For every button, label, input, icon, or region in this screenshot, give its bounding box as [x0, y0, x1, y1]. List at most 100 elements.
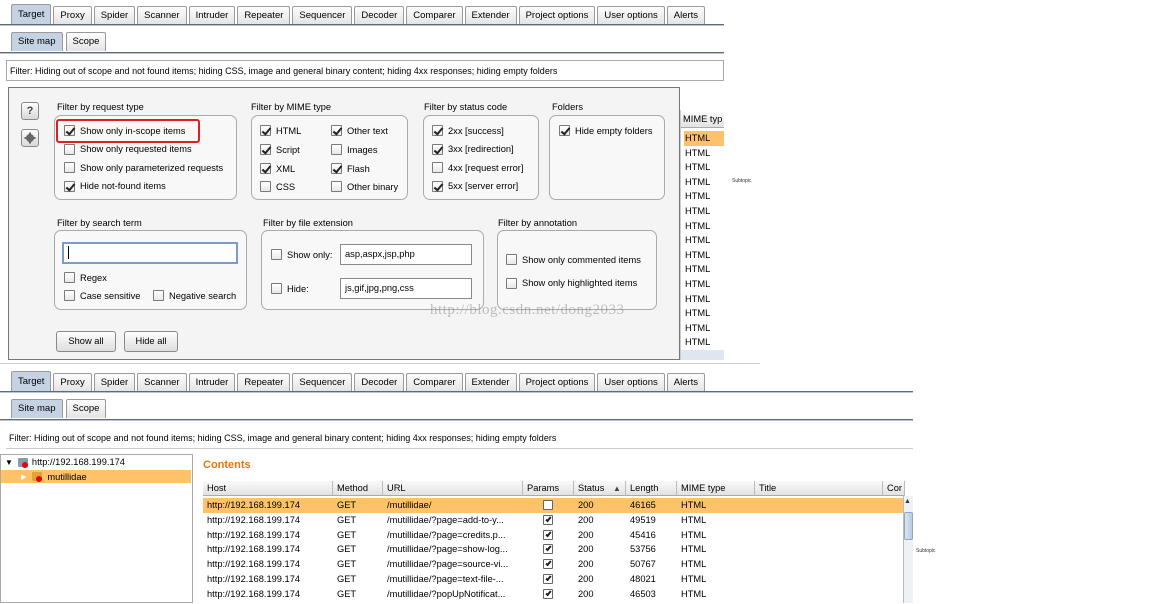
hide-all-button[interactable]: Hide all: [124, 331, 178, 352]
show-only-requested-items-checkbox[interactable]: Show only requested items: [64, 143, 192, 155]
tab-spider[interactable]: Spider: [93, 6, 136, 24]
checkbox-box[interactable]: [432, 162, 443, 173]
checkbox-box[interactable]: [559, 125, 570, 136]
checkbox-box[interactable]: [432, 180, 443, 192]
tab-alerts[interactable]: Alerts: [666, 6, 706, 24]
checkbox-box[interactable]: [64, 125, 75, 136]
checkbox-box[interactable]: [64, 162, 75, 173]
tab-target[interactable]: Target: [11, 4, 52, 24]
tab-comparer[interactable]: Comparer: [406, 373, 463, 391]
checkbox-box[interactable]: [271, 249, 282, 260]
subtab-scope[interactable]: Scope: [65, 399, 107, 418]
table-row[interactable]: http://192.168.199.174 GET/mutillidae/200…: [203, 498, 908, 513]
tree-node-mutillidae[interactable]: ▶ mutillidae: [1, 470, 191, 483]
checkbox-box[interactable]: [271, 283, 282, 294]
show-only-parameterized-requests-checkbox[interactable]: Show only parameterized requests: [64, 162, 223, 173]
checkbox-box[interactable]: [432, 143, 443, 155]
tab-user-options[interactable]: User options: [597, 373, 665, 391]
checkbox-box[interactable]: [64, 290, 75, 301]
tab-scanner[interactable]: Scanner: [137, 373, 187, 391]
checkbox-box[interactable]: [506, 277, 517, 289]
table-row[interactable]: http://192.168.199.174 GET/mutillidae/?pa…: [203, 557, 908, 572]
mime-xml-checkbox[interactable]: XML: [260, 163, 295, 174]
expand-arrow-icon[interactable]: ▶: [21, 473, 26, 481]
column-header-params[interactable]: Params: [523, 481, 574, 496]
checkbox-box[interactable]: [260, 125, 271, 136]
column-header-host[interactable]: Host: [203, 481, 333, 496]
mime-images-checkbox[interactable]: Images: [331, 144, 378, 155]
subtab-site-map[interactable]: Site map: [11, 32, 63, 51]
subtab-site-map[interactable]: Site map: [11, 399, 63, 418]
status-4xx-request-error-checkbox[interactable]: 4xx [request error]: [432, 162, 523, 173]
negative-search-checkbox[interactable]: Negative search: [153, 290, 236, 301]
column-header-mime-type[interactable]: MIME type: [677, 481, 755, 496]
tree-node-host[interactable]: ▼ http://192.168.199.174: [5, 457, 125, 468]
scroll-up-icon[interactable]: ▲: [904, 498, 911, 505]
checkbox-box[interactable]: [153, 290, 164, 301]
sort-ascending-icon[interactable]: ▲: [613, 484, 621, 493]
checkbox-box[interactable]: [331, 144, 342, 155]
column-header-cor[interactable]: Cor: [883, 481, 905, 496]
checkbox-box[interactable]: [331, 125, 342, 136]
tab-scanner[interactable]: Scanner: [137, 6, 187, 24]
tab-decoder[interactable]: Decoder: [354, 373, 405, 391]
tab-repeater[interactable]: Repeater: [237, 6, 291, 24]
tab-extender[interactable]: Extender: [464, 373, 517, 391]
tab-intruder[interactable]: Intruder: [188, 373, 236, 391]
table-row[interactable]: http://192.168.199.174 GET/mutillidae/?pa…: [203, 542, 908, 557]
checkbox-box[interactable]: [260, 163, 271, 174]
tab-user-options[interactable]: User options: [597, 6, 665, 24]
status-3xx-redirection-checkbox[interactable]: 3xx [redirection]: [432, 143, 514, 155]
show-only-highlighted-items-checkbox[interactable]: Show only highlighted items: [506, 277, 637, 289]
checkbox-box[interactable]: [432, 125, 443, 136]
checkbox-box[interactable]: [506, 254, 517, 265]
tab-comparer[interactable]: Comparer: [406, 6, 463, 24]
status-5xx-server-error-checkbox[interactable]: 5xx [server error]: [432, 180, 518, 192]
tab-decoder[interactable]: Decoder: [354, 6, 405, 24]
help-icon[interactable]: ?: [21, 102, 39, 120]
tab-project-options[interactable]: Project options: [518, 373, 596, 391]
show-all-button[interactable]: Show all: [56, 331, 116, 352]
regex-checkbox[interactable]: Regex: [64, 272, 107, 283]
mime-html-checkbox[interactable]: HTML: [260, 125, 301, 136]
checkbox-box[interactable]: [64, 180, 75, 192]
show-only-extension-input[interactable]: asp,aspx,jsp,php: [340, 244, 472, 265]
tab-extender[interactable]: Extender: [464, 6, 517, 24]
table-row[interactable]: http://192.168.199.174 GET/mutillidae/?pa…: [203, 572, 908, 587]
checkbox-box[interactable]: [64, 272, 75, 283]
mime-flash-checkbox[interactable]: Flash: [331, 163, 370, 174]
checkbox-box[interactable]: [260, 144, 271, 155]
tab-intruder[interactable]: Intruder: [188, 6, 236, 24]
mime-script-checkbox[interactable]: Script: [260, 144, 300, 155]
show-only-commented-items-checkbox[interactable]: Show only commented items: [506, 254, 641, 265]
show-only-in-scope-items-checkbox[interactable]: Show only in-scope items: [64, 125, 185, 136]
mime-other-binary-checkbox[interactable]: Other binary: [331, 181, 398, 192]
tab-sequencer[interactable]: Sequencer: [292, 373, 353, 391]
filter-bar[interactable]: Filter: Hiding out of scope and not foun…: [6, 60, 724, 81]
checkbox-box[interactable]: [260, 181, 271, 192]
hide-extension-checkbox[interactable]: Hide:: [271, 283, 309, 294]
column-header-length[interactable]: Length: [626, 481, 677, 496]
mime-other-text-checkbox[interactable]: Other text: [331, 125, 388, 136]
tab-alerts[interactable]: Alerts: [666, 373, 706, 391]
show-only-extension-checkbox[interactable]: Show only:: [271, 249, 332, 260]
column-header-title[interactable]: Title: [755, 481, 883, 496]
gear-icon[interactable]: [21, 129, 39, 147]
tab-spider[interactable]: Spider: [93, 373, 136, 391]
column-header-method[interactable]: Method: [333, 481, 383, 496]
tab-proxy[interactable]: Proxy: [53, 6, 92, 24]
status-2xx-success-checkbox[interactable]: 2xx [success]: [432, 125, 504, 136]
tab-sequencer[interactable]: Sequencer: [292, 6, 353, 24]
expand-arrow-icon[interactable]: ▼: [5, 458, 13, 467]
mime-css-checkbox[interactable]: CSS: [260, 181, 295, 192]
filter-bar[interactable]: Filter: Hiding out of scope and not foun…: [6, 428, 913, 449]
search-input[interactable]: [62, 242, 238, 264]
table-row[interactable]: http://192.168.199.174 GET/mutillidae/?pa…: [203, 528, 908, 543]
column-header-url[interactable]: URL: [383, 481, 523, 496]
case-sensitive-checkbox[interactable]: Case sensitive: [64, 290, 140, 301]
checkbox-box[interactable]: [331, 163, 342, 174]
subtab-scope[interactable]: Scope: [65, 32, 107, 51]
scroll-thumb[interactable]: [904, 512, 913, 540]
hide-empty-folders-checkbox[interactable]: Hide empty folders: [559, 125, 653, 136]
hide-not-found-items-checkbox[interactable]: Hide not-found items: [64, 180, 166, 192]
